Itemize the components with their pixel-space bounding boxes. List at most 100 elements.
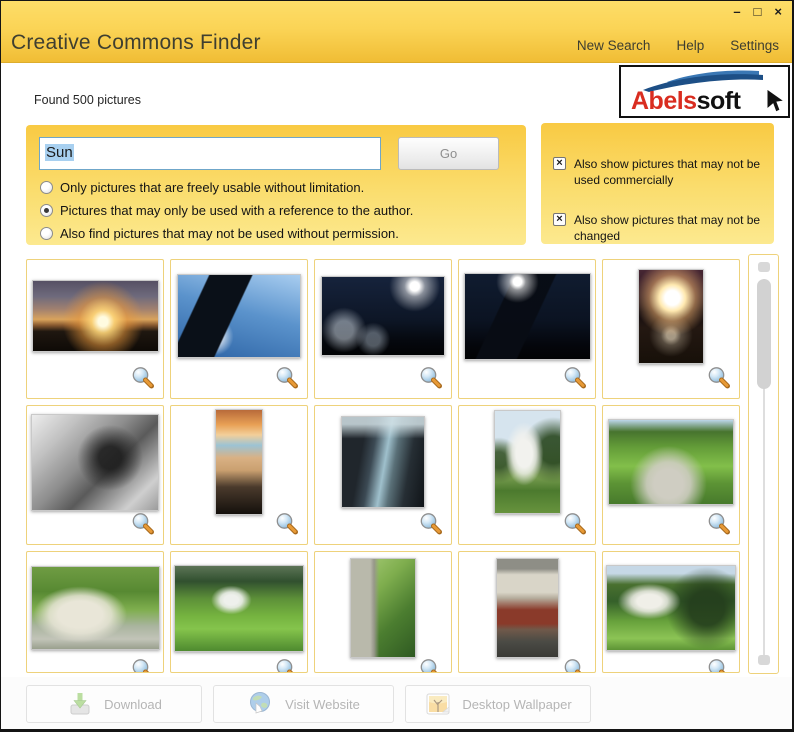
radio-option[interactable]: Only pictures that are freely usable wit…	[40, 180, 364, 195]
magnifier-icon[interactable]	[274, 365, 300, 391]
result-thumbnail[interactable]	[638, 269, 704, 364]
desktop-wallpaper-button[interactable]: Desktop Wallpaper	[405, 685, 591, 723]
scrollbar-thumb[interactable]	[757, 279, 771, 389]
checkbox-icon[interactable]: ×	[553, 213, 566, 226]
close-button[interactable]: ×	[774, 4, 782, 20]
result-thumbnail[interactable]	[350, 558, 416, 658]
magnifier-icon[interactable]	[418, 511, 444, 537]
visit-website-button-label: Visit Website	[285, 697, 360, 712]
magnifier-icon[interactable]	[706, 365, 732, 391]
thumbnail-wrap	[603, 260, 739, 372]
magnifier-icon[interactable]	[562, 365, 588, 391]
abelssoft-logo: Abelssoft	[619, 65, 790, 118]
thumbnail-wrap	[315, 260, 451, 372]
thumbnail-wrap	[603, 406, 739, 518]
result-card[interactable]	[458, 259, 596, 399]
filter-checkbox[interactable]: × Also show pictures that may not be use…	[553, 156, 772, 188]
radio-icon[interactable]	[40, 204, 53, 217]
result-card[interactable]	[602, 405, 740, 545]
results-count: Found 500 pictures	[34, 93, 141, 107]
result-card[interactable]	[26, 259, 164, 399]
maximize-button[interactable]: □	[754, 4, 762, 20]
download-button[interactable]: Download	[26, 685, 202, 723]
magnifier-icon[interactable]	[274, 511, 300, 537]
logo-text-abels: Abels	[631, 87, 697, 115]
results-row	[26, 259, 748, 399]
nav-new-search[interactable]: New Search	[577, 38, 651, 53]
result-thumbnail[interactable]	[31, 566, 160, 650]
result-thumbnail[interactable]	[496, 558, 559, 658]
logo-text-soft: soft	[697, 87, 741, 115]
magnifier-icon[interactable]	[706, 511, 732, 537]
radio-label: Also find pictures that may not be used …	[60, 226, 399, 241]
radio-icon[interactable]	[40, 181, 53, 194]
result-card[interactable]	[602, 259, 740, 399]
magnifier-icon[interactable]	[562, 511, 588, 537]
nav-settings[interactable]: Settings	[730, 38, 779, 53]
filter-checkbox[interactable]: × Also show pictures that may not be cha…	[553, 212, 772, 244]
result-thumbnail[interactable]	[177, 274, 301, 358]
radio-option[interactable]: Pictures that may only be used with a re…	[40, 203, 413, 218]
magnifier-icon[interactable]	[130, 511, 156, 537]
result-thumbnail[interactable]	[32, 280, 159, 352]
result-thumbnail[interactable]	[174, 565, 304, 652]
result-thumbnail[interactable]	[31, 414, 159, 511]
result-card[interactable]	[170, 405, 308, 545]
radio-label: Only pictures that are freely usable wit…	[60, 180, 364, 195]
thumbnail-wrap	[27, 552, 163, 664]
result-thumbnail[interactable]	[321, 276, 445, 356]
magnifier-icon[interactable]	[418, 657, 444, 673]
download-icon	[66, 690, 94, 718]
result-card[interactable]	[26, 405, 164, 545]
go-button[interactable]: Go	[398, 137, 499, 170]
results-grid	[26, 259, 748, 679]
action-bar: Download Visit Website	[1, 677, 792, 729]
result-card[interactable]	[602, 551, 740, 673]
checkbox-icon[interactable]: ×	[553, 157, 566, 170]
search-query-text: Sun	[45, 144, 74, 161]
download-button-label: Download	[104, 697, 162, 712]
magnifier-icon[interactable]	[706, 657, 732, 673]
magnifier-icon[interactable]	[274, 657, 300, 673]
result-card[interactable]	[170, 259, 308, 399]
app-title: Creative Commons Finder	[11, 31, 261, 55]
thumbnail-wrap	[27, 406, 163, 518]
nav-help[interactable]: Help	[676, 38, 704, 53]
result-card[interactable]	[314, 259, 452, 399]
result-card[interactable]	[458, 405, 596, 545]
result-card[interactable]	[314, 551, 452, 673]
window-controls: – □ ×	[733, 4, 782, 20]
radio-option[interactable]: Also find pictures that may not be used …	[40, 226, 399, 241]
header-nav: New Search Help Settings	[577, 38, 779, 53]
result-card[interactable]	[26, 551, 164, 673]
scroll-up-button[interactable]	[758, 262, 770, 272]
result-card[interactable]	[314, 405, 452, 545]
results-row	[26, 551, 748, 673]
result-thumbnail[interactable]	[464, 273, 591, 360]
scrollbar[interactable]	[748, 254, 779, 674]
search-panel: Sun Go Only pictures that are freely usa…	[26, 125, 526, 245]
result-card[interactable]	[170, 551, 308, 673]
radio-icon[interactable]	[40, 227, 53, 240]
thumbnail-wrap	[459, 406, 595, 518]
mouse-pointer-icon	[764, 87, 786, 115]
minimize-button[interactable]: –	[733, 4, 740, 20]
visit-website-button[interactable]: Visit Website	[213, 685, 394, 723]
checkbox-label: Also show pictures that may not be chang…	[574, 212, 772, 244]
title-bar: – □ × Creative Commons Finder New Search…	[1, 1, 792, 63]
result-card[interactable]	[458, 551, 596, 673]
result-thumbnail[interactable]	[606, 565, 736, 651]
scroll-down-button[interactable]	[758, 655, 770, 665]
logo-wordmark: Abelssoft	[631, 88, 740, 114]
result-thumbnail[interactable]	[215, 409, 263, 515]
search-input[interactable]: Sun	[39, 137, 381, 170]
magnifier-icon[interactable]	[418, 365, 444, 391]
magnifier-icon[interactable]	[130, 657, 156, 673]
wallpaper-icon	[424, 690, 452, 718]
result-thumbnail[interactable]	[341, 416, 425, 508]
result-thumbnail[interactable]	[608, 419, 734, 505]
result-thumbnail[interactable]	[494, 410, 561, 514]
thumbnail-wrap	[171, 260, 307, 372]
magnifier-icon[interactable]	[562, 657, 588, 673]
magnifier-icon[interactable]	[130, 365, 156, 391]
